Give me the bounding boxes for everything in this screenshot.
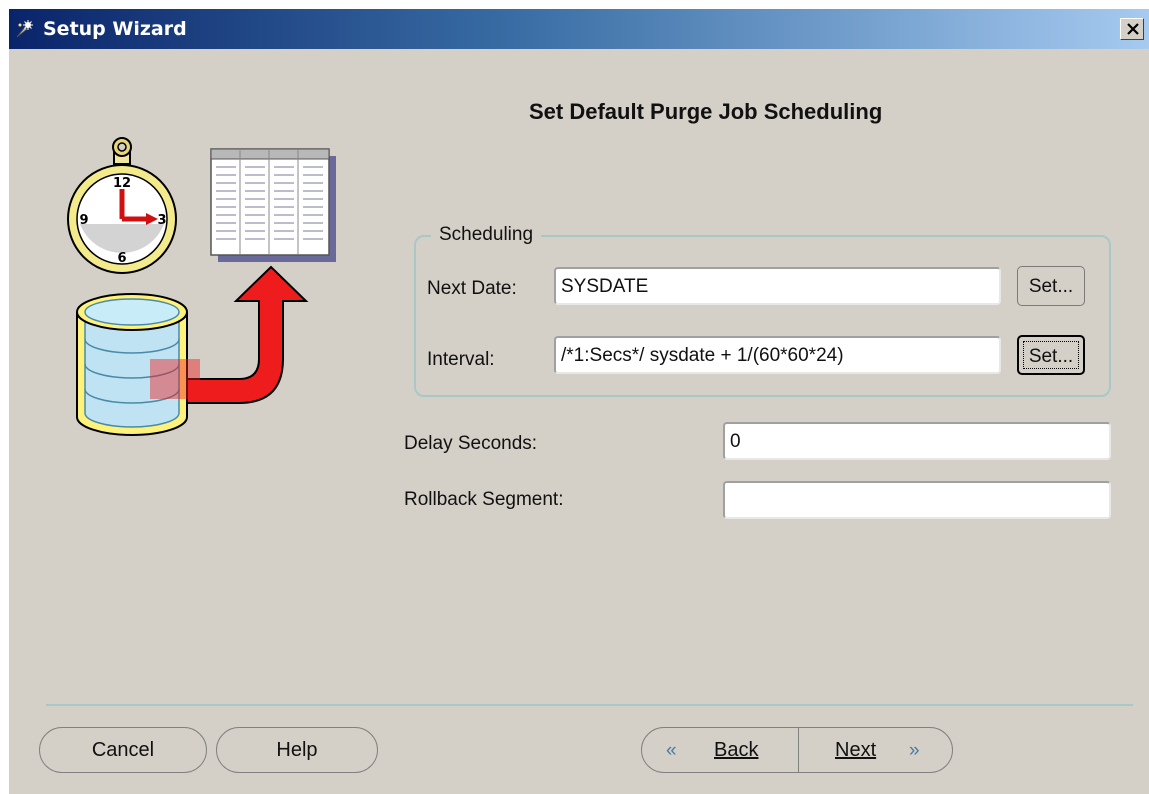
close-button[interactable] — [1120, 18, 1144, 40]
next-date-label: Next Date: — [427, 278, 517, 299]
spreadsheet-icon — [210, 148, 336, 262]
wizard-icon — [16, 20, 33, 38]
footer-separator — [46, 704, 1133, 706]
purge-job-illustration: 12 3 6 9 — [67, 137, 336, 436]
interval-field[interactable]: /*1:Secs*/ sysdate + 1/(60*60*24) — [554, 336, 1001, 374]
clock-number-12: 12 — [113, 176, 131, 191]
back-button[interactable]: « Back — [642, 728, 798, 772]
clock-number-6: 6 — [117, 251, 126, 266]
database-icon — [76, 293, 200, 436]
window-title: Setup Wizard — [43, 18, 187, 40]
clock-number-3: 3 — [157, 213, 166, 228]
interval-label: Interval: — [427, 349, 495, 370]
scheduling-group-legend: Scheduling — [431, 224, 542, 246]
setup-wizard-window: Setup Wizard 12 3 6 9 Set Default Purge … — [8, 8, 1149, 794]
help-button[interactable]: Help — [216, 727, 378, 773]
focus-indicator — [1023, 341, 1079, 369]
rollback-segment-label: Rollback Segment: — [404, 489, 564, 510]
stopwatch-icon: 12 3 6 9 — [67, 137, 177, 274]
back-button-label: Back — [714, 739, 759, 761]
next-date-field[interactable]: SYSDATE — [554, 267, 1001, 305]
title-bar[interactable]: Setup Wizard — [9, 9, 1149, 49]
page-title: Set Default Purge Job Scheduling — [529, 99, 883, 124]
back-arrow-icon: « — [666, 740, 677, 761]
close-icon — [1127, 23, 1139, 35]
next-date-set-button[interactable]: Set... — [1017, 266, 1085, 306]
navigation-buttons: « Back Next » — [641, 727, 953, 773]
next-button-label: Next — [835, 739, 877, 761]
delay-seconds-field[interactable]: 0 — [723, 422, 1111, 460]
interval-set-button[interactable]: Set... — [1017, 335, 1085, 375]
next-button[interactable]: Next » — [799, 728, 953, 772]
next-arrow-icon: » — [909, 740, 920, 761]
clock-number-9: 9 — [79, 213, 88, 228]
cancel-button[interactable]: Cancel — [39, 727, 207, 773]
rollback-segment-field[interactable] — [723, 481, 1111, 519]
delay-seconds-label: Delay Seconds: — [404, 433, 538, 454]
